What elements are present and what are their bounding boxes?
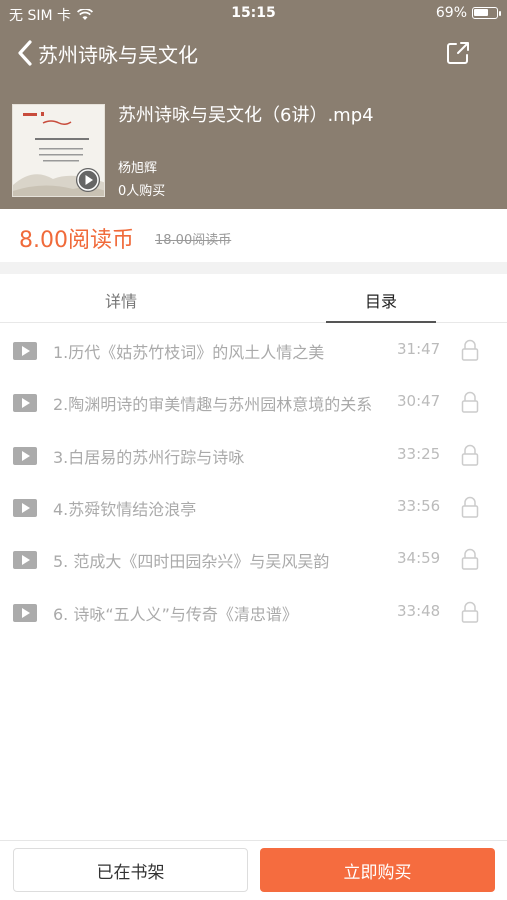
play-icon[interactable]: [13, 342, 37, 360]
chevron-left-icon[interactable]: [14, 38, 40, 68]
original-price: 18.00阅读币: [155, 233, 232, 248]
course-header: 无 SIM 卡 15:15 69% 苏州诗咏与吴文化 苏州诗咏与吴文化（6讲）.…: [0, 0, 507, 209]
play-icon[interactable]: [13, 499, 37, 517]
lesson-title: 5. 范成大《四时田园杂兴》与吴风吴韵: [53, 552, 330, 571]
lesson-row[interactable]: 4.苏舜钦情结沧浪亭 33:56: [0, 481, 507, 533]
lesson-duration: 33:48: [397, 602, 441, 620]
buy-now-button[interactable]: 立即购买: [260, 848, 495, 892]
status-bar: 无 SIM 卡 15:15 69%: [0, 0, 507, 28]
course-cover[interactable]: [12, 104, 105, 197]
page-title: 苏州诗咏与吴文化: [38, 43, 198, 67]
lesson-title: 1.历代《姑苏竹枝词》的风土人情之美: [53, 343, 325, 362]
share-icon[interactable]: [445, 40, 471, 66]
status-time: 15:15: [231, 5, 276, 21]
lock-icon: [461, 339, 479, 361]
lesson-row[interactable]: 2.陶渊明诗的审美情趣与苏州园林意境的关系 30:47: [0, 376, 507, 428]
play-icon[interactable]: [13, 447, 37, 465]
lock-icon: [461, 496, 479, 518]
lesson-duration: 34:59: [397, 549, 441, 567]
lock-icon: [461, 391, 479, 413]
tab-catalog[interactable]: 目录: [326, 288, 436, 312]
lesson-row[interactable]: 6. 诗咏“五人义”与传奇《清忠谱》 33:48: [0, 586, 507, 638]
status-right: 69%: [435, 5, 501, 21]
active-tab-indicator: [326, 321, 436, 323]
tab-bar: 详情 目录: [0, 274, 507, 323]
lesson-row[interactable]: 5. 范成大《四时田园杂兴》与吴风吴韵 34:59: [0, 533, 507, 585]
battery-percent: 69%: [435, 5, 467, 21]
play-icon[interactable]: [76, 168, 100, 192]
lesson-duration: 31:47: [397, 340, 441, 358]
lesson-row[interactable]: 3.白居易的苏州行踪与诗咏 33:25: [0, 429, 507, 481]
lock-icon: [461, 548, 479, 570]
battery-icon: [472, 7, 501, 19]
lesson-title: 3.白居易的苏州行踪与诗咏: [53, 448, 245, 467]
buyer-count: 0人购买: [118, 184, 166, 199]
on-shelf-button[interactable]: 已在书架: [13, 848, 248, 892]
lesson-duration: 33:56: [397, 497, 441, 515]
section-divider: [0, 262, 507, 274]
play-icon[interactable]: [13, 551, 37, 569]
battery-tip: [499, 11, 501, 16]
tab-details[interactable]: 详情: [66, 288, 176, 312]
course-title: 苏州诗咏与吴文化（6讲）.mp4: [118, 105, 374, 126]
lesson-duration: 33:25: [397, 445, 441, 463]
lesson-row[interactable]: 1.历代《姑苏竹枝词》的风土人情之美 31:47: [0, 324, 507, 376]
lesson-duration: 30:47: [397, 392, 441, 410]
lesson-title: 6. 诗咏“五人义”与传奇《清忠谱》: [53, 605, 298, 624]
lock-icon: [461, 601, 479, 623]
battery-level: [474, 9, 488, 16]
course-author: 杨旭辉: [118, 161, 158, 176]
lesson-title: 4.苏舜钦情结沧浪亭: [53, 500, 197, 519]
current-price: 8.00阅读币: [19, 228, 134, 253]
play-icon[interactable]: [13, 604, 37, 622]
play-icon[interactable]: [13, 394, 37, 412]
lesson-title: 2.陶渊明诗的审美情趣与苏州园林意境的关系: [53, 395, 373, 414]
lock-icon: [461, 444, 479, 466]
